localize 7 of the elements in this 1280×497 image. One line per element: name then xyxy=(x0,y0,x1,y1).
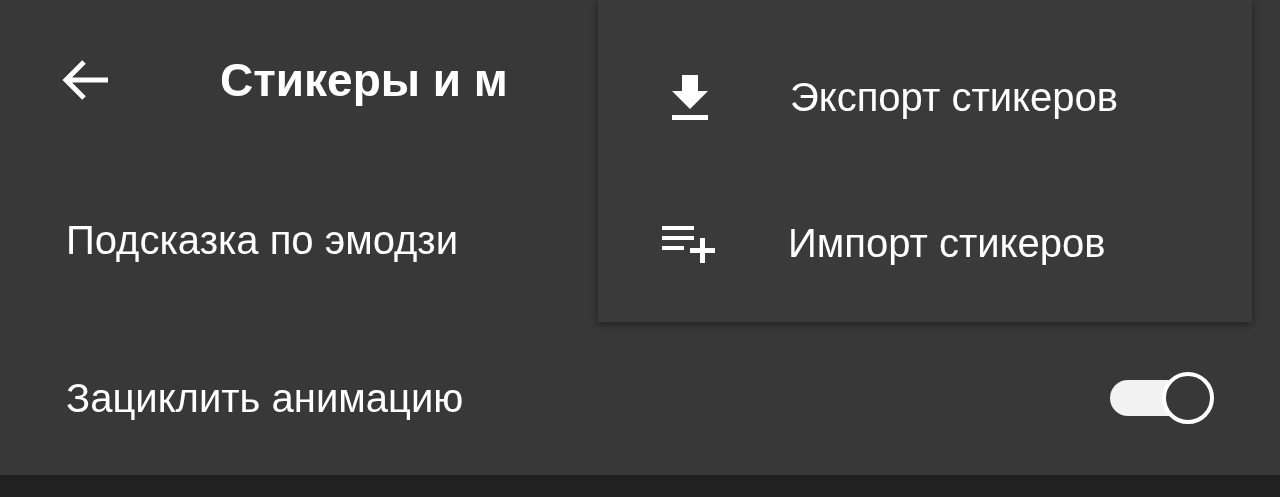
back-arrow-icon[interactable] xyxy=(60,58,110,102)
screen-title: Стикеры и м xyxy=(220,52,508,108)
menu-item[interactable]: Экспорт стикеров xyxy=(598,24,1252,170)
setting-label: Зациклить анимацию xyxy=(66,374,464,422)
menu-item[interactable]: Импорт стикеров xyxy=(598,170,1252,316)
setting-label: Подсказка по эмодзи xyxy=(66,217,459,264)
toggle-switch[interactable] xyxy=(1110,371,1214,424)
